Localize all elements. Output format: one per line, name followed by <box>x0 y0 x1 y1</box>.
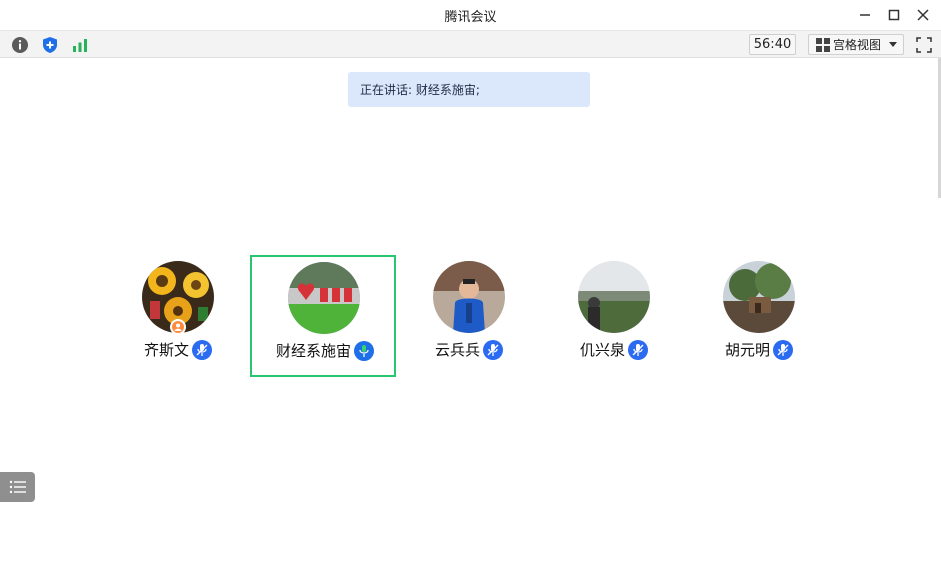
participant-name-row: 仉兴泉 <box>541 339 687 360</box>
mic-muted-icon[interactable] <box>483 339 503 360</box>
participant-name: 仉兴泉 <box>579 341 625 359</box>
speaking-indicator: 正在讲话: 财经系施宙; <box>348 72 590 107</box>
participant-tile[interactable]: 胡元明 <box>686 255 832 377</box>
avatar <box>433 261 505 333</box>
close-button[interactable] <box>906 0 940 30</box>
avatar <box>578 261 650 333</box>
avatar <box>288 262 360 334</box>
host-badge <box>170 319 186 335</box>
meeting-info-button[interactable] <box>10 35 30 55</box>
grid-view-icon <box>816 37 830 52</box>
meeting-toolbar: 56:40 宫格视图 <box>0 30 941 58</box>
avatar <box>723 261 795 333</box>
shield-icon <box>43 37 57 53</box>
participant-tile[interactable]: 仉兴泉 <box>541 255 687 377</box>
close-icon <box>917 9 929 21</box>
mic-muted-icon[interactable] <box>192 339 212 360</box>
view-mode-dropdown[interactable]: 宫格视图 <box>808 34 904 55</box>
mic-speaking-icon[interactable] <box>354 340 374 361</box>
title-bar: 腾讯会议 <box>0 0 941 30</box>
fullscreen-button[interactable] <box>914 35 934 55</box>
chevron-down-icon <box>889 42 897 47</box>
avatar-image <box>578 261 650 333</box>
signal-bars-icon <box>73 39 87 52</box>
network-status-button[interactable] <box>70 35 90 55</box>
meeting-timer: 56:40 <box>749 34 796 55</box>
participant-name: 云兵兵 <box>434 341 480 359</box>
maximize-icon <box>888 9 900 21</box>
participant-name: 齐斯文 <box>143 341 189 359</box>
participant-name-row: 云兵兵 <box>396 339 542 360</box>
mic-muted-icon[interactable] <box>773 339 793 360</box>
list-icon <box>9 480 26 494</box>
participant-list-button[interactable] <box>0 472 35 502</box>
avatar-image <box>288 262 360 334</box>
user-icon <box>174 323 182 331</box>
participant-tile-active[interactable]: 财经系施宙 <box>250 255 396 377</box>
window-title: 腾讯会议 <box>444 10 497 25</box>
participant-name: 胡元明 <box>724 341 770 359</box>
avatar-image <box>433 261 505 333</box>
participant-tile[interactable]: 云兵兵 <box>396 255 542 377</box>
fullscreen-icon <box>916 37 932 53</box>
security-button[interactable] <box>40 35 60 55</box>
participant-name-row: 胡元明 <box>686 339 832 360</box>
participant-name: 财经系施宙 <box>275 342 351 360</box>
participant-tile[interactable]: 齐斯文 <box>105 255 251 377</box>
minimize-icon <box>860 14 870 16</box>
view-mode-label: 宫格视图 <box>833 38 882 52</box>
avatar-image <box>723 261 795 333</box>
participant-name-row: 齐斯文 <box>105 339 251 360</box>
mic-muted-icon[interactable] <box>628 339 648 360</box>
info-icon <box>12 37 28 53</box>
participant-name-row: 财经系施宙 <box>252 340 398 361</box>
